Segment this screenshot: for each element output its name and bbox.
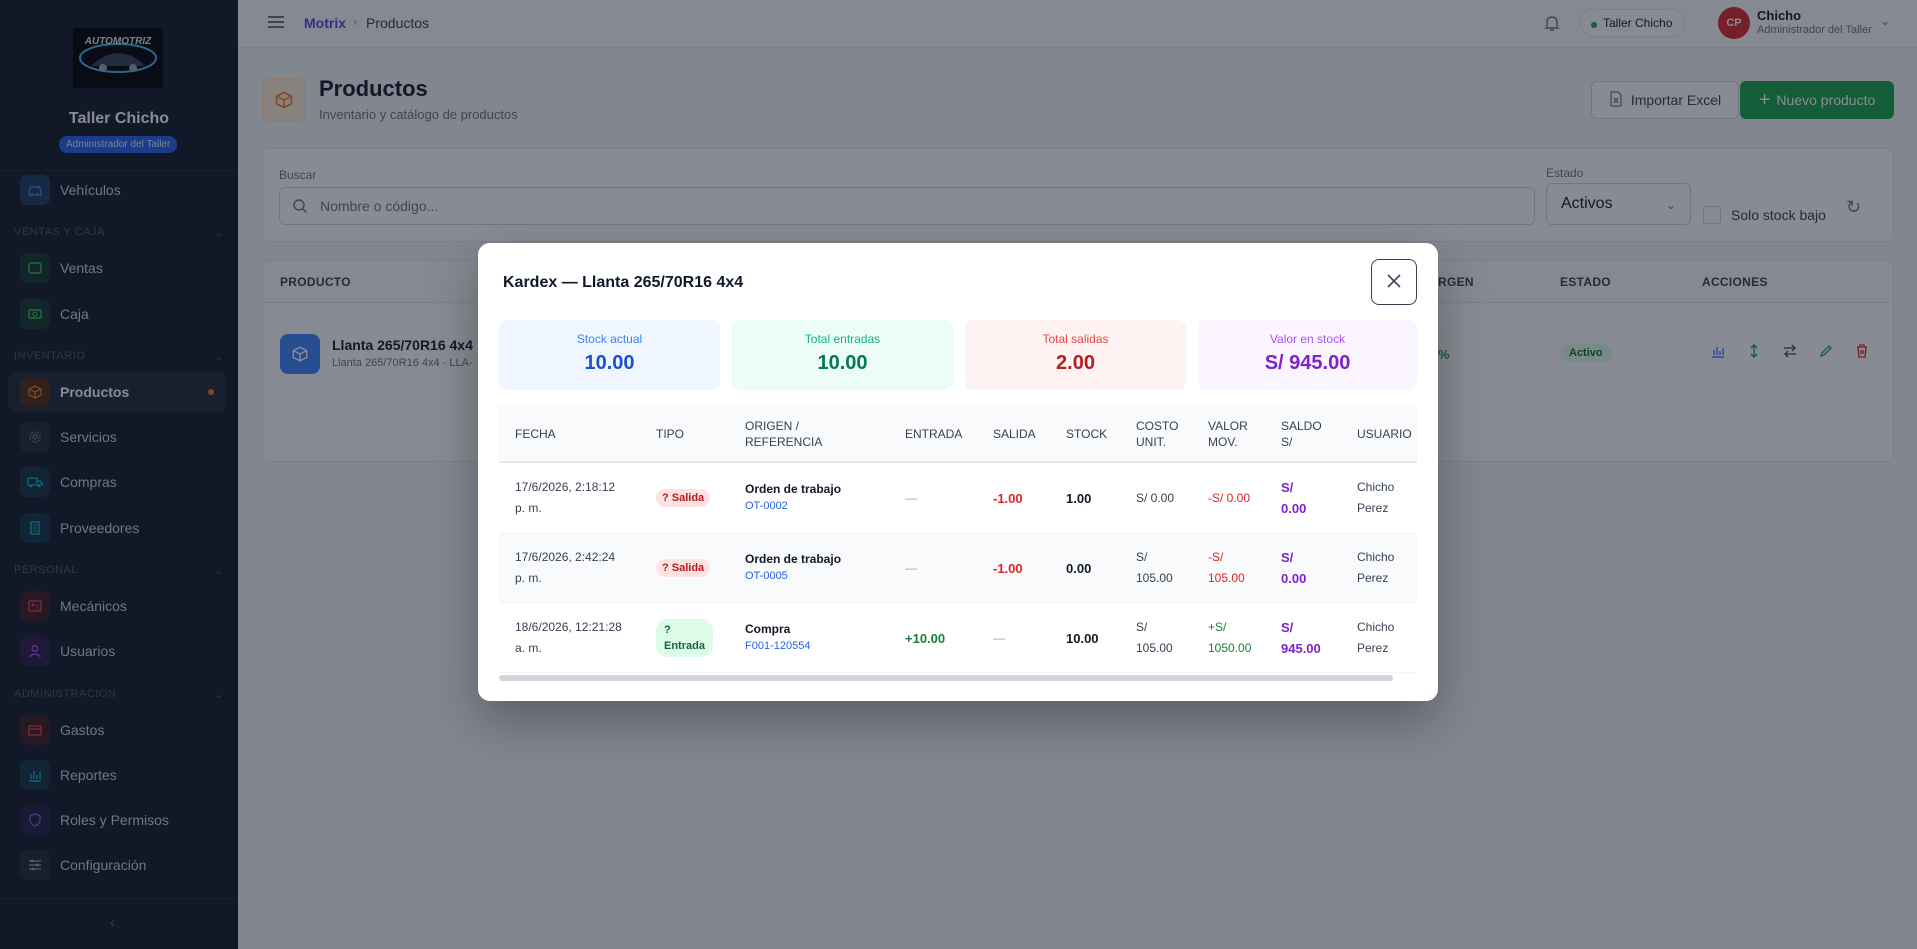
col-saldo-2: S/ <box>1281 435 1293 449</box>
cell-saldo: S/ <box>1281 550 1294 565</box>
stat-value: 10.00 <box>584 352 635 374</box>
cell-saldo-2: 0.00 <box>1281 501 1307 516</box>
cell-ref: Orden de trabajo OT-0002 <box>745 479 841 512</box>
cell-saldo: S/ <box>1281 480 1294 495</box>
col-costo-2: UNIT. <box>1136 435 1166 449</box>
cell-stock: 1.00 <box>1066 491 1092 506</box>
cell-fecha-2: a. m. <box>515 641 542 655</box>
cell-usuario: Chicho <box>1357 550 1395 564</box>
cell-valor: -S/ 0.00 <box>1208 491 1251 505</box>
cell-fecha-2: p. m. <box>515 501 542 515</box>
ref-main: Orden de trabajo <box>745 552 842 566</box>
cell-salida: — <box>993 631 1005 645</box>
ref-code[interactable]: OT-0005 <box>745 570 841 582</box>
horizontal-scrollbar[interactable] <box>499 675 1393 681</box>
cell-costo: S/ 0.00 <box>1136 491 1175 505</box>
col-valor-1: VALOR <box>1208 419 1248 433</box>
stat-valor-stock: Valor en stock S/ 945.00 <box>1198 320 1417 390</box>
close-button[interactable] <box>1371 259 1417 305</box>
cell-salida: -1.00 <box>993 491 1023 506</box>
ref-main: Orden de trabajo <box>745 482 842 496</box>
stat-stock-actual: Stock actual 10.00 <box>499 320 720 390</box>
tipo-badge: ? Salida <box>656 489 711 507</box>
kardex-modal: Kardex — Llanta 265/70R16 4x4 Stock actu… <box>478 243 1438 701</box>
kardex-table: FECHA TIPO ORIGEN / REFERENCIA ENTRADA S… <box>499 405 1417 675</box>
ref-code[interactable]: OT-0002 <box>745 500 841 512</box>
table-row: 17/6/2026, 2:18:12 p. m. ? Salida Orden … <box>499 463 1417 533</box>
col-valor-2: MOV. <box>1208 435 1238 449</box>
cell-valor: +S/ <box>1208 620 1227 634</box>
col-salida: SALIDA <box>993 427 1036 441</box>
cell-entrada: — <box>905 561 917 575</box>
col-tipo: TIPO <box>656 427 685 441</box>
cell-fecha: 17/6/2026, 2:18:12 <box>515 480 616 494</box>
col-costo-1: COSTO <box>1136 419 1179 433</box>
kardex-header: FECHA TIPO ORIGEN / REFERENCIA ENTRADA S… <box>499 405 1417 463</box>
stat-value: S/ 945.00 <box>1264 352 1351 374</box>
cell-fecha: 18/6/2026, 12:21:28 <box>515 620 622 634</box>
stat-value: 10.00 <box>817 352 868 374</box>
col-usuario: USUARIO <box>1357 427 1412 441</box>
table-row: 17/6/2026, 2:42:24 p. m. ? Salida Orden … <box>499 533 1417 603</box>
cell-ref: Orden de trabajo OT-0005 <box>745 549 841 582</box>
cell-costo-2: 105.00 <box>1136 641 1173 655</box>
col-stock: STOCK <box>1066 427 1108 441</box>
cell-usuario-2: Perez <box>1357 571 1389 585</box>
cell-usuario: Chicho <box>1357 620 1395 634</box>
cell-entrada: +10.00 <box>905 631 946 646</box>
cell-ref: Compra F001-120554 <box>745 619 810 652</box>
cell-saldo-2: 0.00 <box>1281 571 1307 586</box>
cell-valor-2: 1050.00 <box>1208 641 1252 655</box>
cell-usuario-2: Perez <box>1357 501 1389 515</box>
cell-entrada: — <box>905 491 917 505</box>
cell-valor: -S/ <box>1208 550 1224 564</box>
cell-salida: -1.00 <box>993 561 1023 576</box>
stat-total-salidas: Total salidas 2.00 <box>965 320 1186 390</box>
col-entrada: ENTRADA <box>905 427 963 441</box>
stat-label: Valor en stock <box>1269 332 1346 346</box>
tipo-badge: ? Salida <box>656 559 711 577</box>
tipo-badge-1: ? <box>664 624 671 636</box>
stat-label: Total salidas <box>1042 332 1109 346</box>
cell-usuario-2: Perez <box>1357 641 1389 655</box>
stat-value: 2.00 <box>1056 352 1095 374</box>
col-origen-1: ORIGEN / <box>745 419 800 433</box>
cell-fecha-2: p. m. <box>515 571 542 585</box>
cell-costo: S/ <box>1136 620 1148 634</box>
cell-valor-2: 105.00 <box>1208 571 1245 585</box>
ref-main: Compra <box>745 622 791 636</box>
tipo-badge: ? Entrada <box>656 619 713 657</box>
modal-title: Kardex — Llanta 265/70R16 4x4 <box>503 274 744 291</box>
cell-usuario: Chicho <box>1357 480 1395 494</box>
cell-stock: 0.00 <box>1066 561 1092 576</box>
stat-total-entradas: Total entradas 10.00 <box>732 320 953 390</box>
close-icon <box>1387 273 1401 291</box>
ref-code[interactable]: F001-120554 <box>745 640 810 652</box>
cell-costo-2: 105.00 <box>1136 571 1173 585</box>
cell-stock: 10.00 <box>1066 631 1099 646</box>
stat-label: Total entradas <box>804 332 881 346</box>
table-row: 18/6/2026, 12:21:28 a. m. ? Entrada Compr… <box>499 603 1417 673</box>
stat-label: Stock actual <box>576 332 643 346</box>
cell-saldo-2: 945.00 <box>1281 641 1321 656</box>
cell-saldo: S/ <box>1281 620 1294 635</box>
tipo-badge-2: Entrada <box>664 640 705 652</box>
col-origen-2: REFERENCIA <box>745 435 823 449</box>
col-saldo-1: SALDO <box>1281 419 1322 433</box>
cell-fecha: 17/6/2026, 2:42:24 <box>515 550 616 564</box>
col-fecha: FECHA <box>515 427 556 441</box>
cell-costo: S/ <box>1136 550 1148 564</box>
